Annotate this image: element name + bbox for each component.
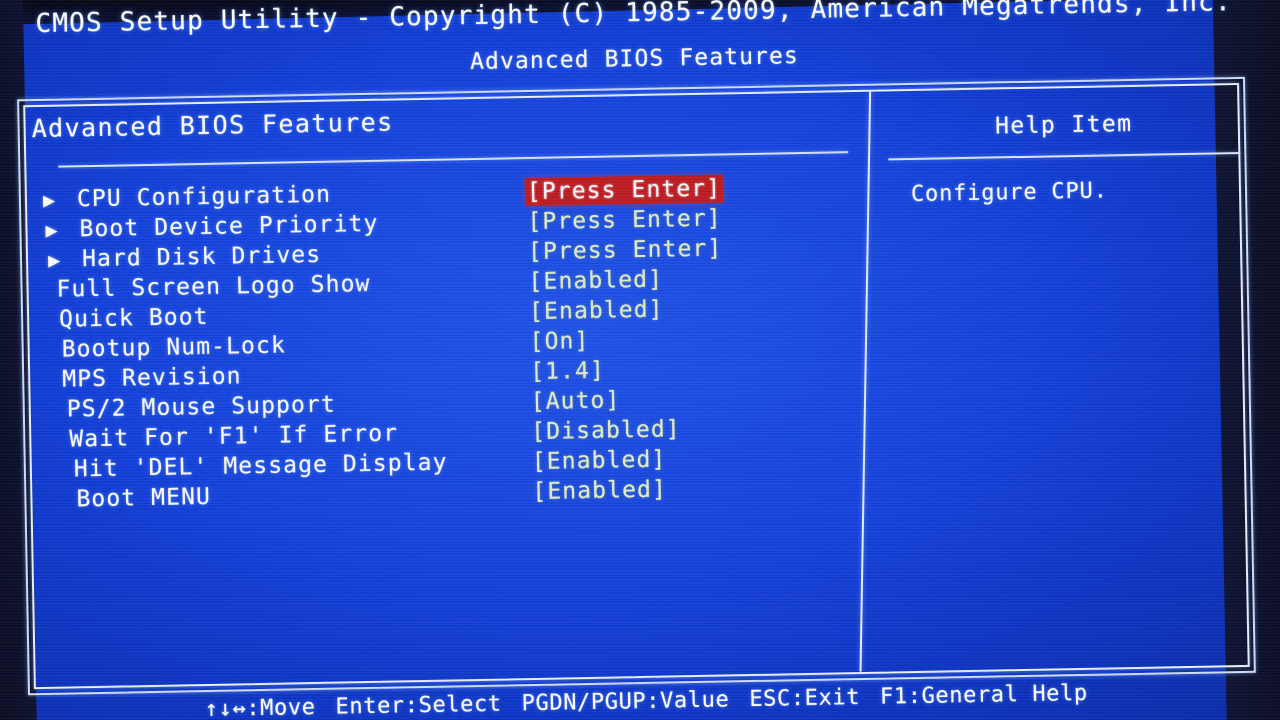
setting-value[interactable]: [Press Enter]	[524, 174, 724, 207]
setting-value[interactable]: [Auto]	[528, 386, 622, 416]
status-key-hint: F1:General Help	[879, 680, 1088, 710]
submenu-arrow-icon: ▶	[42, 187, 56, 212]
setting-value[interactable]: [Enabled]	[526, 266, 665, 297]
bios-content: CMOS Setup Utility - Copyright (C) 1985-…	[0, 0, 1280, 720]
status-key-hint: Enter:Select	[335, 691, 502, 720]
setting-label: Full Screen Logo Show	[56, 270, 371, 303]
bios-screen: CMOS Setup Utility - Copyright (C) 1985-…	[0, 0, 1280, 720]
setting-value[interactable]: [Enabled]	[527, 296, 666, 327]
help-pane-body: Configure CPU.	[910, 178, 1108, 208]
submenu-arrow-icon: ▶	[45, 217, 58, 242]
setting-value[interactable]: [1.4]	[528, 357, 607, 386]
setting-label: Quick Boot	[58, 303, 209, 333]
setting-label: CPU Configuration	[76, 181, 332, 213]
setting-value[interactable]: [Disabled]	[529, 415, 683, 446]
setting-value[interactable]: [Press Enter]	[525, 204, 724, 236]
setting-value[interactable]: [Enabled]	[530, 475, 669, 506]
setting-label: Boot Device Priority	[79, 210, 379, 243]
submenu-arrow-icon: ▶	[47, 247, 61, 272]
setting-label: Boot MENU	[76, 483, 212, 513]
setting-label: Hit 'DEL' Message Display	[73, 449, 448, 483]
setting-label: Hard Disk Drives	[81, 241, 322, 273]
settings-list: ▶ CPU Configuration [Press Enter] ▶ Boot Dev…	[0, 172, 873, 518]
setting-value[interactable]: [On]	[527, 327, 591, 356]
status-key-hint: PGDN/PGUP:Value	[521, 687, 730, 717]
page-subtitle: Advanced BIOS Features	[469, 43, 800, 76]
page-title: CMOS Setup Utility - Copyright (C) 1985-…	[35, 0, 1233, 40]
setting-label: PS/2 Mouse Support	[66, 391, 337, 423]
status-key-hint: ESC:Exit	[749, 685, 861, 713]
setting-label: Wait For 'F1' If Error	[69, 420, 399, 453]
status-key-hint: ↑↓↔:Move	[204, 695, 316, 720]
setting-label: Bootup Num-Lock	[61, 332, 287, 363]
setting-label: MPS Revision	[62, 363, 242, 393]
setting-value[interactable]: [Press Enter]	[526, 234, 725, 266]
setting-value[interactable]: [Enabled]	[530, 445, 669, 476]
